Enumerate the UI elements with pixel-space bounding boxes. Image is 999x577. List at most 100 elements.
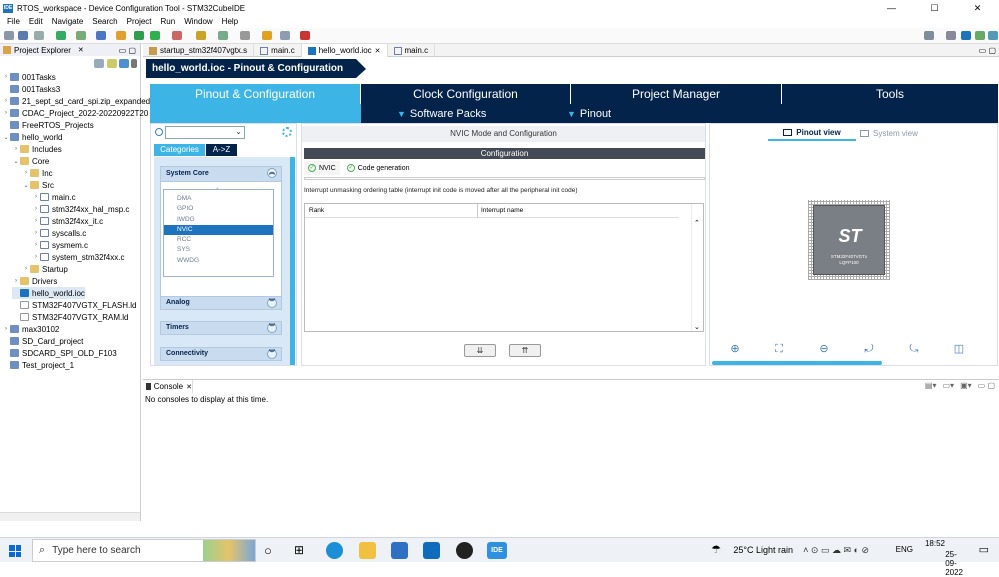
open-console-icon[interactable]: ▣▾ <box>960 381 972 390</box>
collapse-icon[interactable]: ︽ <box>267 168 277 178</box>
tab-main-c[interactable]: main.c <box>254 44 302 57</box>
chevron-right-icon[interactable]: › <box>32 242 40 248</box>
store-icon[interactable] <box>391 542 408 559</box>
expand-icon[interactable]: ︾ <box>267 298 277 308</box>
editor-minimize-maximize-icon[interactable]: ▭ ▢ <box>979 44 996 57</box>
software-packs-menu[interactable]: ▼ Software Packs <box>397 108 486 120</box>
device-icon[interactable] <box>172 31 182 40</box>
move-up-button[interactable]: ⇈ <box>509 344 541 357</box>
view-menu-icon[interactable] <box>131 59 137 68</box>
back-icon[interactable] <box>262 31 272 40</box>
perspective-open-icon[interactable] <box>946 31 956 40</box>
cubemx-perspective-icon[interactable] <box>961 31 971 40</box>
search-tool-icon[interactable] <box>196 31 206 40</box>
chevron-down-icon[interactable]: ⌄ <box>235 127 242 136</box>
horizontal-scrollbar[interactable] <box>712 361 882 365</box>
chevron-right-icon[interactable]: › <box>12 146 20 152</box>
menu-window[interactable]: Window <box>184 16 212 28</box>
chevron-right-icon[interactable]: › <box>22 170 30 176</box>
tree-item[interactable]: hello_world.ioc <box>12 287 85 299</box>
scroll-up-icon[interactable]: ⌃ <box>694 219 700 227</box>
column-rank[interactable]: Rank <box>309 204 324 218</box>
chevron-right-icon[interactable]: › <box>2 98 10 104</box>
categories-tab[interactable]: Categories <box>154 144 205 156</box>
chevron-down-icon[interactable]: ⌄ <box>12 158 20 165</box>
mcu-chip[interactable]: ST STM32F407VGTx LQFP100 <box>808 200 890 280</box>
tree-item[interactable]: › stm32f4xx_hal_msp.c <box>32 203 129 215</box>
tab-hello-world-ioc[interactable]: hello_world.ioc ✕ <box>301 44 388 57</box>
minimize-button[interactable]: — <box>870 0 913 16</box>
menu-navigate[interactable]: Navigate <box>52 16 84 28</box>
chevron-right-icon[interactable]: › <box>2 110 10 116</box>
tab-nvic[interactable]: ✓ NVIC <box>304 161 340 175</box>
chevron-right-icon[interactable]: › <box>12 278 20 284</box>
chevron-right-icon[interactable]: › <box>2 74 10 80</box>
split-view-icon[interactable]: ◫ <box>952 343 966 356</box>
close-icon[interactable]: ✕ <box>186 383 192 391</box>
taskbar-search[interactable]: ⌕ Type here to search <box>32 539 256 562</box>
external-tools-icon[interactable] <box>116 31 126 40</box>
save-icon[interactable] <box>18 31 28 40</box>
group-analog[interactable]: Analog ︾ <box>160 296 282 310</box>
tree-item[interactable]: › system_stm32f4xx.c <box>32 251 124 263</box>
tree-item[interactable]: ⌄ Src <box>22 179 54 191</box>
gear-icon[interactable] <box>282 127 292 137</box>
expand-icon[interactable]: ︾ <box>267 349 277 359</box>
move-down-button[interactable]: ⇊ <box>464 344 496 357</box>
file-explorer-icon[interactable] <box>359 542 376 559</box>
list-item-gpio[interactable]: GPIO <box>164 204 273 214</box>
tree-item[interactable]: › stm32f4xx_it.c <box>32 215 103 227</box>
link-editor-icon[interactable] <box>107 59 117 68</box>
vertical-scrollbar[interactable] <box>290 157 295 365</box>
edge-icon[interactable] <box>326 542 343 559</box>
close-button[interactable]: ✕ <box>956 0 999 16</box>
menu-help[interactable]: Help <box>222 16 238 28</box>
tree-item[interactable]: 001Tasks3 <box>2 83 60 95</box>
tree-item[interactable]: SD_Card_project <box>2 335 83 347</box>
notifications-icon[interactable]: ▭ <box>979 543 989 556</box>
tree-item[interactable]: › Inc <box>22 167 53 179</box>
filter-icon[interactable] <box>119 59 129 68</box>
tree-item[interactable]: SDCARD_SPI_OLD_F103 <box>2 347 117 359</box>
task-view-icon[interactable]: ⊞ <box>294 543 304 557</box>
language-indicator[interactable]: ENG <box>896 545 913 554</box>
maximize-button[interactable]: ☐ <box>913 0 956 16</box>
terminate-icon[interactable] <box>300 31 310 40</box>
windows-start-icon[interactable] <box>9 545 21 557</box>
fit-screen-icon[interactable]: ⛶ <box>772 343 786 356</box>
rotate-left-icon[interactable]: ⤿ <box>907 343 921 356</box>
list-item-wwdg[interactable]: WWDG <box>164 256 273 266</box>
list-item-rcc[interactable]: RCC <box>164 235 273 245</box>
tree-item[interactable]: › Drivers <box>12 275 57 287</box>
debug-icon[interactable] <box>134 31 144 40</box>
console-tab[interactable]: Console ✕ <box>143 380 193 393</box>
tree-item[interactable]: Test_project_1 <box>2 359 74 371</box>
tab-main-c-2[interactable]: main.c <box>388 44 436 57</box>
menu-project[interactable]: Project <box>127 16 152 28</box>
scroll-down-icon[interactable]: ⌄ <box>694 323 700 331</box>
tray-icons[interactable]: ˄ ⊙ ▭ ☁ ✉ ◐ ⊘ <box>803 545 869 556</box>
chevron-right-icon[interactable]: › <box>22 266 30 272</box>
global-search-icon[interactable] <box>924 31 934 40</box>
tree-item[interactable]: › 21_sept_sd_card_spi.zip_expanded <box>2 95 150 107</box>
chevron-right-icon[interactable]: › <box>2 326 10 332</box>
tree-item[interactable]: STM32F407VGTX_FLASH.ld <box>12 299 136 311</box>
column-interrupt-name[interactable]: Interrupt name <box>481 204 523 218</box>
menu-edit[interactable]: Edit <box>29 16 43 28</box>
close-icon[interactable]: ✕ <box>78 46 84 54</box>
tree-item[interactable]: › 001Tasks <box>2 71 56 83</box>
a-z-tab[interactable]: A->Z <box>206 144 237 156</box>
tree-item[interactable]: STM32F407VGTX_RAM.ld <box>12 311 128 323</box>
tab-project-manager[interactable]: Project Manager <box>571 84 782 104</box>
tab-system-view[interactable]: System view <box>860 126 930 141</box>
cortana-icon[interactable]: ○ <box>264 543 272 558</box>
print-icon[interactable] <box>34 31 44 40</box>
group-timers[interactable]: Timers ︾ <box>160 321 282 335</box>
tab-tools[interactable]: Tools <box>782 84 998 104</box>
tree-item[interactable]: › main.c <box>32 191 76 203</box>
chevron-down-icon[interactable]: ⌄ <box>2 134 10 141</box>
tree-item[interactable]: › max30102 <box>2 323 59 335</box>
horizontal-scrollbar[interactable] <box>0 512 140 521</box>
tab-clock-configuration[interactable]: Clock Configuration <box>361 84 571 104</box>
clock-time[interactable]: 18:52 <box>925 539 945 548</box>
